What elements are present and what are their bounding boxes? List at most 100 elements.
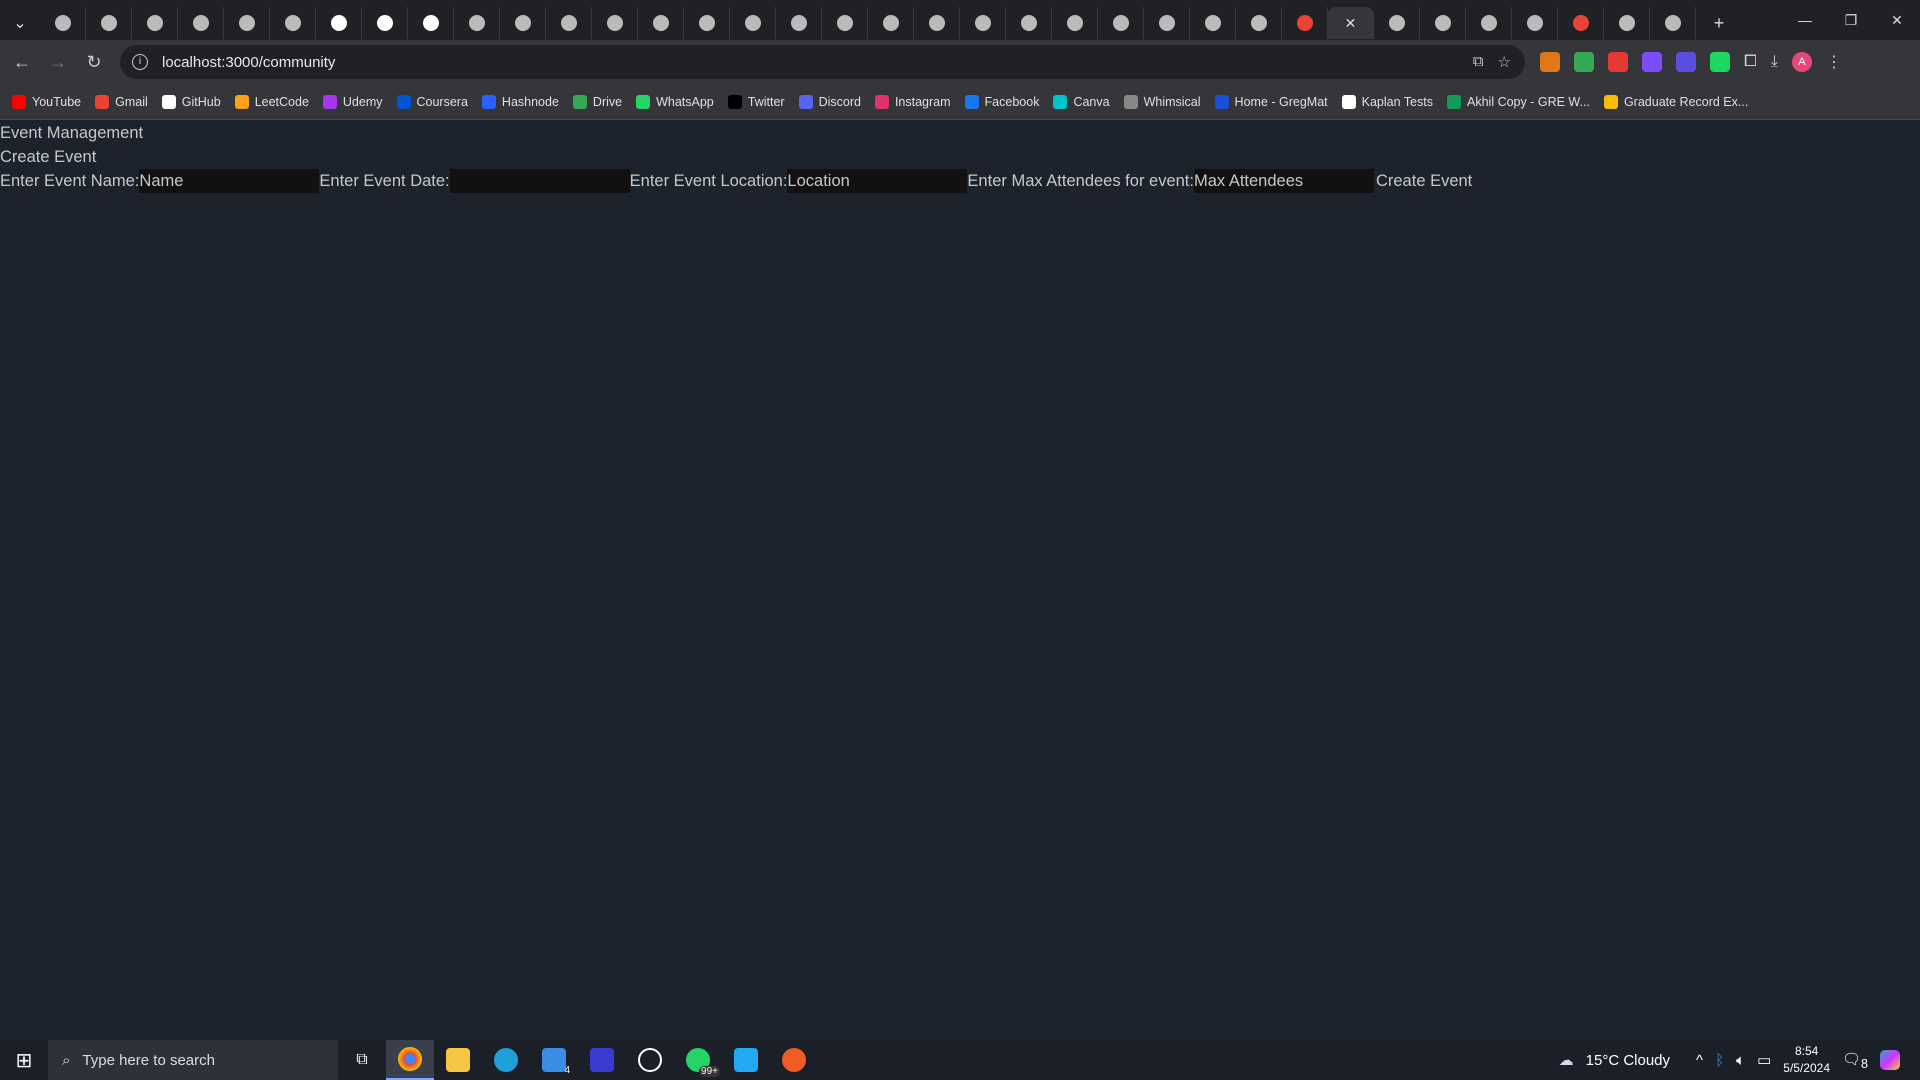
event-location-input[interactable] <box>787 169 968 193</box>
tab-tab[interactable] <box>638 7 684 39</box>
vscode-icon[interactable] <box>722 1040 770 1080</box>
extensions-puzzle-icon[interactable]: ⧠ <box>1744 53 1757 71</box>
bookmark-instagram[interactable]: Instagram <box>874 94 951 109</box>
minimize-button[interactable]: — <box>1782 0 1828 40</box>
tab-tab[interactable] <box>500 7 546 39</box>
tab-notion[interactable] <box>408 7 454 39</box>
tab-github[interactable] <box>1190 7 1236 39</box>
notifications-icon[interactable]: 🗨︎8 <box>1842 1050 1868 1071</box>
xbox-icon[interactable] <box>626 1040 674 1080</box>
bookmark-youtube[interactable]: YouTube <box>12 94 81 109</box>
bookmark-home-gregmat[interactable]: Home - GregMat <box>1214 94 1328 109</box>
bookmark-discord[interactable]: Discord <box>798 94 861 109</box>
tab-tab[interactable] <box>776 7 822 39</box>
tab-active[interactable]: ✕ <box>1328 7 1374 39</box>
tab-tab[interactable] <box>914 7 960 39</box>
volume-icon[interactable]: 🔈︎ <box>1736 1052 1745 1069</box>
tab-tab[interactable] <box>1466 7 1512 39</box>
tab-tab[interactable] <box>1374 7 1420 39</box>
tab-tab[interactable] <box>86 7 132 39</box>
tab-search-button[interactable]: ⌄ <box>0 7 40 39</box>
bookmark-twitter[interactable]: Twitter <box>727 94 785 109</box>
tab-github[interactable] <box>822 7 868 39</box>
task-view-button[interactable]: ⧉ <box>338 1040 386 1080</box>
mail-icon[interactable]: 4 <box>530 1040 578 1080</box>
tab-github[interactable] <box>1236 7 1282 39</box>
clock[interactable]: 8:54 5/5/2024 <box>1783 1043 1830 1077</box>
address-bar[interactable]: i localhost:3000/community ⧉ ☆ <box>120 45 1525 79</box>
extension-icon[interactable] <box>1574 52 1594 72</box>
tab-tab[interactable] <box>1512 7 1558 39</box>
whatsapp-icon[interactable]: 99+ <box>674 1040 722 1080</box>
restore-button[interactable]: ❐ <box>1828 0 1874 40</box>
profile-avatar[interactable]: A <box>1791 52 1812 72</box>
bookmark-star-icon[interactable]: ☆ <box>1498 53 1511 71</box>
tab-tab[interactable] <box>960 7 1006 39</box>
tab-tab[interactable] <box>40 7 86 39</box>
tab-github[interactable] <box>684 7 730 39</box>
edge-icon[interactable] <box>482 1040 530 1080</box>
bookmark-whatsapp[interactable]: WhatsApp <box>636 94 714 109</box>
postman-icon[interactable] <box>770 1040 818 1080</box>
bookmark-drive[interactable]: Drive <box>572 94 622 109</box>
bookmark-whimsical[interactable]: Whimsical <box>1123 94 1201 109</box>
chrome-taskbar-icon[interactable] <box>386 1040 434 1080</box>
downloads-icon[interactable]: ⤓ <box>1771 53 1778 71</box>
back-button[interactable]: ← <box>4 52 40 73</box>
bookmark-graduate-record-ex-[interactable]: Graduate Record Ex... <box>1603 94 1748 109</box>
extension-icon[interactable] <box>1710 52 1730 72</box>
bookmark-facebook[interactable]: Facebook <box>964 94 1039 109</box>
tab-gmail[interactable] <box>1558 7 1604 39</box>
tab-tab[interactable] <box>132 7 178 39</box>
max-attendees-input[interactable] <box>1193 169 1374 193</box>
event-date-input[interactable] <box>449 169 630 193</box>
bookmark-gmail[interactable]: Gmail <box>95 94 148 109</box>
event-name-input[interactable] <box>139 169 320 193</box>
tab-notion[interactable] <box>316 7 362 39</box>
bookmark-kaplan-tests[interactable]: Kaplan Tests <box>1341 94 1433 109</box>
windows-start-button[interactable]: ⊞ <box>0 1048 48 1073</box>
create-event-button[interactable]: Create Event <box>1376 169 1472 193</box>
bookmark-canva[interactable]: Canva <box>1053 94 1110 109</box>
tab-tab[interactable] <box>730 7 776 39</box>
reload-button[interactable]: ↻ <box>76 52 112 73</box>
bookmark-hashnode[interactable]: Hashnode <box>481 94 559 109</box>
close-window-button[interactable]: ✕ <box>1874 0 1920 40</box>
bookmark-udemy[interactable]: Udemy <box>322 94 383 109</box>
forward-button[interactable]: → <box>40 52 76 73</box>
tab-tab[interactable] <box>546 7 592 39</box>
tab-tab[interactable] <box>1144 7 1190 39</box>
file-explorer-icon[interactable] <box>434 1040 482 1080</box>
close-tab-icon[interactable]: ✕ <box>1345 15 1357 32</box>
install-app-icon[interactable]: ⧉ <box>1473 53 1484 71</box>
tab-tab[interactable] <box>454 7 500 39</box>
bluetooth-icon[interactable]: ᛒ <box>1715 1052 1724 1069</box>
tab-tab[interactable] <box>1650 7 1696 39</box>
tab-tab[interactable] <box>1052 7 1098 39</box>
tab-tab[interactable] <box>592 7 638 39</box>
tab-gmail[interactable] <box>1282 7 1328 39</box>
bookmark-github[interactable]: GitHub <box>161 94 221 109</box>
extension-icon[interactable] <box>1642 52 1662 72</box>
tab-tab[interactable] <box>224 7 270 39</box>
bookmark-akhil-copy-gre-w-[interactable]: Akhil Copy - GRE W... <box>1447 94 1590 109</box>
taskbar-search[interactable]: ⌕ Type here to search <box>48 1040 338 1080</box>
tab-tab[interactable] <box>1604 7 1650 39</box>
tab-github[interactable] <box>270 7 316 39</box>
show-hidden-icons[interactable]: ^ <box>1696 1052 1703 1069</box>
site-info-icon[interactable]: i <box>132 54 148 70</box>
tab-tab[interactable] <box>868 7 914 39</box>
tab-tab[interactable] <box>1098 7 1144 39</box>
new-tab-button[interactable]: + <box>1696 7 1742 39</box>
extension-icon[interactable] <box>1608 52 1628 72</box>
app-icon[interactable] <box>578 1040 626 1080</box>
tab-tab[interactable] <box>1006 7 1052 39</box>
tab-tab[interactable] <box>178 7 224 39</box>
battery-icon[interactable]: ▭ <box>1757 1051 1771 1069</box>
copilot-icon[interactable] <box>1880 1050 1900 1070</box>
tab-github[interactable] <box>1420 7 1466 39</box>
weather-text[interactable]: 15°C Cloudy <box>1586 1052 1670 1069</box>
extension-icon[interactable] <box>1676 52 1696 72</box>
browser-menu-icon[interactable]: ⋮ <box>1826 52 1842 72</box>
extension-icon[interactable] <box>1540 52 1560 72</box>
